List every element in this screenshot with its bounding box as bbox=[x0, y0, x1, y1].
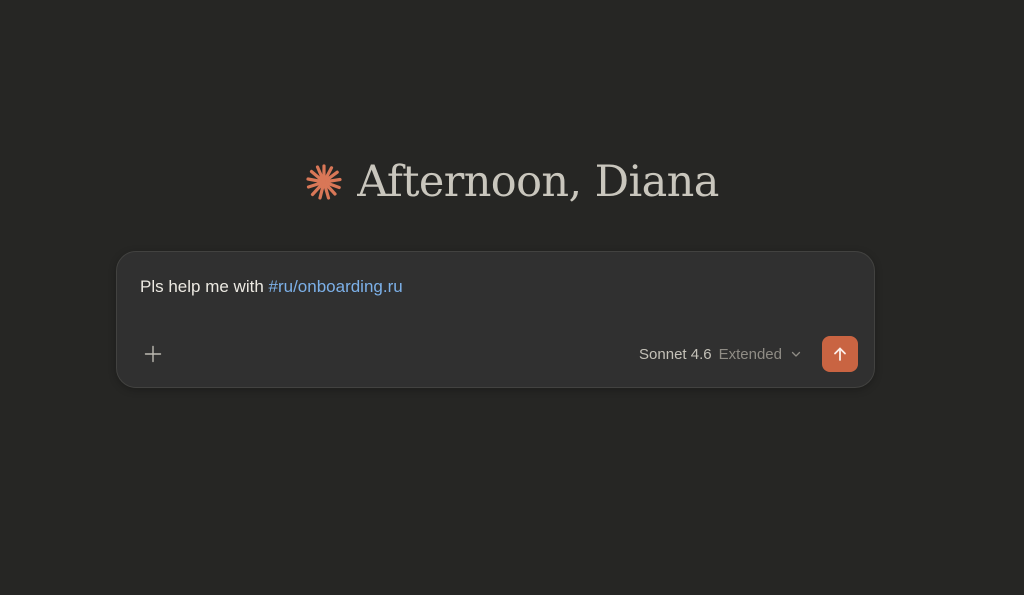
prompt-input[interactable]: Pls help me with #ru/onboarding.ru bbox=[140, 277, 403, 297]
chevron-down-icon bbox=[791, 351, 801, 357]
chat-home: Afternoon, Diana Pls help me with #ru/on… bbox=[0, 0, 1024, 595]
sparkle-asterisk-icon bbox=[306, 164, 342, 200]
add-attachment-button[interactable] bbox=[139, 340, 167, 368]
model-mode: Extended bbox=[718, 345, 782, 363]
message-composer: Pls help me with #ru/onboarding.ru Sonne… bbox=[116, 251, 875, 388]
model-selector[interactable]: Sonnet 4.6 Extended bbox=[639, 342, 802, 366]
arrow-up-icon bbox=[834, 347, 846, 361]
plus-icon bbox=[144, 345, 162, 363]
model-name: Sonnet 4.6 bbox=[639, 345, 712, 363]
send-button[interactable] bbox=[822, 336, 858, 372]
mention-tag[interactable]: #ru/onboarding.ru bbox=[269, 277, 403, 296]
greeting-title: Afternoon, Diana bbox=[357, 156, 719, 207]
greeting: Afternoon, Diana bbox=[0, 150, 1024, 214]
prompt-text: Pls help me with bbox=[140, 277, 269, 296]
